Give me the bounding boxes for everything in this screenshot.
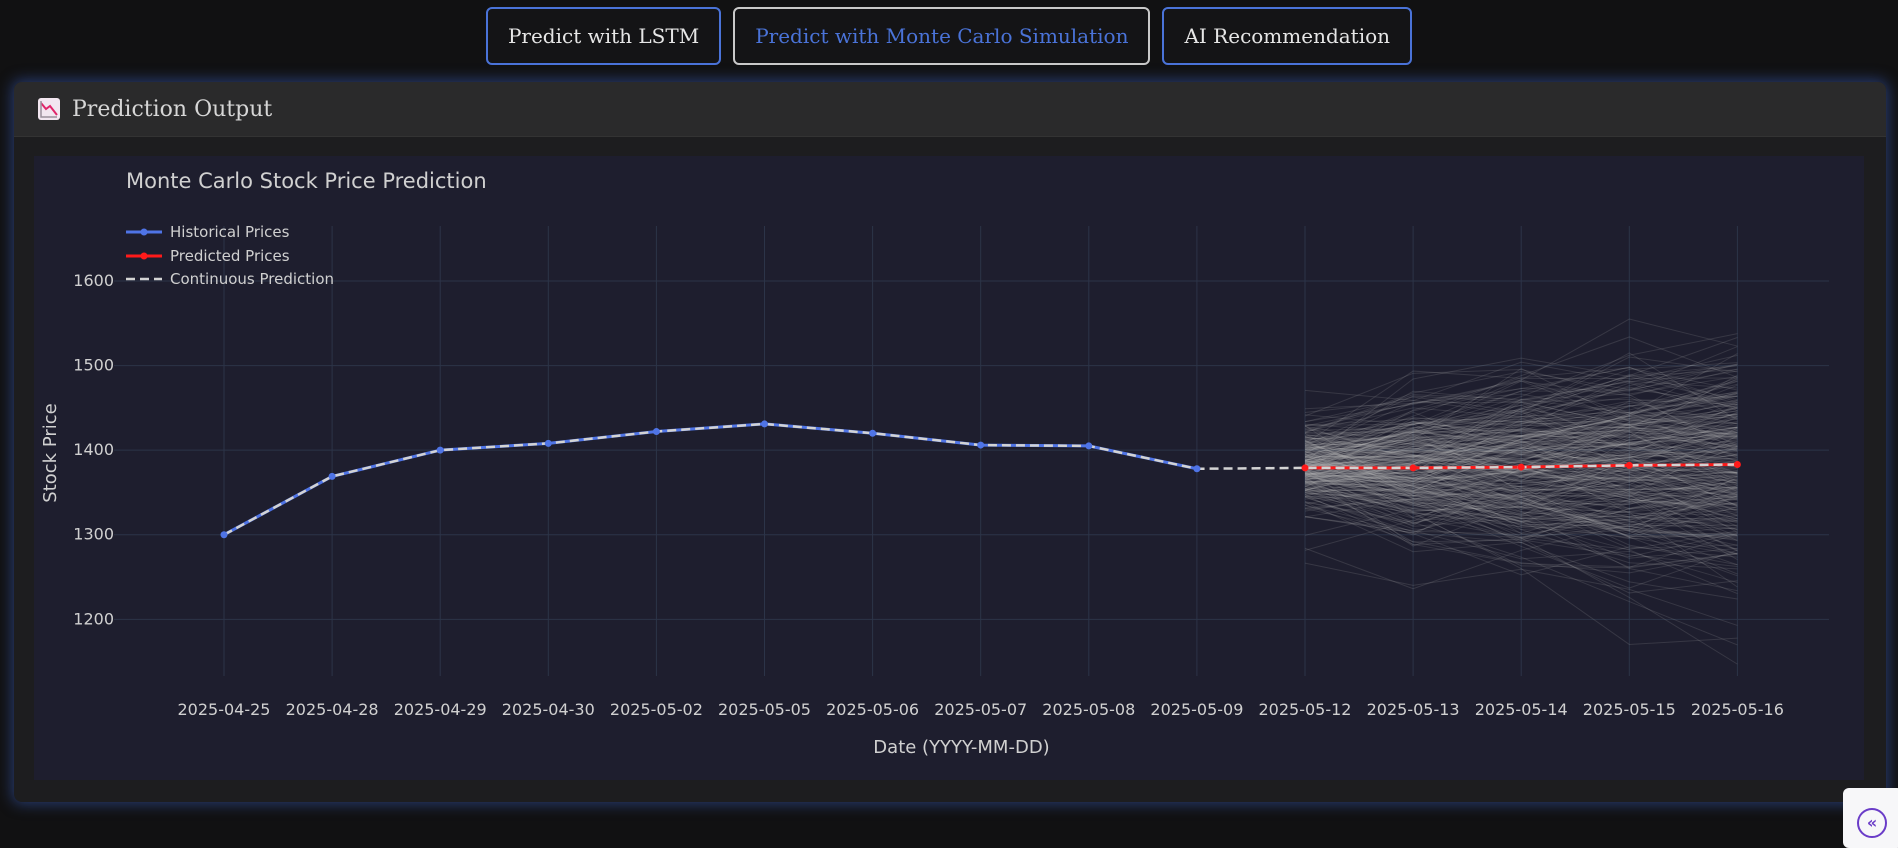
predict-monte-carlo-button[interactable]: Predict with Monte Carlo Simulation bbox=[733, 7, 1151, 65]
legend-predicted-marker bbox=[140, 252, 148, 260]
predicted-point bbox=[1301, 464, 1309, 472]
predicted-point bbox=[1625, 461, 1633, 469]
x-tick-label: 2025-05-05 bbox=[718, 700, 811, 719]
x-tick-label: 2025-05-02 bbox=[610, 700, 703, 719]
x-tick-label: 2025-04-29 bbox=[394, 700, 487, 719]
collapse-sidebar-button[interactable]: « bbox=[1843, 788, 1898, 848]
chart-title: Monte Carlo Stock Price Prediction bbox=[126, 169, 487, 193]
ai-recommendation-button[interactable]: AI Recommendation bbox=[1162, 7, 1413, 65]
historical-point bbox=[1085, 442, 1093, 450]
y-axis-label: Stock Price bbox=[40, 403, 61, 502]
historical-point bbox=[328, 472, 336, 480]
historical-point bbox=[761, 420, 768, 428]
legend-historical-marker bbox=[140, 228, 148, 236]
x-axis-label: Date (YYYY-MM-DD) bbox=[873, 737, 1049, 758]
y-tick-label: 1400 bbox=[73, 440, 114, 459]
predict-lstm-button[interactable]: Predict with LSTM bbox=[485, 7, 722, 65]
historical-point bbox=[1193, 465, 1201, 473]
y-tick-label: 1600 bbox=[73, 271, 114, 290]
x-tick-label: 2025-04-30 bbox=[502, 700, 595, 719]
y-tick-label: 1500 bbox=[73, 356, 114, 375]
historical-point bbox=[652, 428, 660, 436]
x-tick-label: 2025-05-07 bbox=[934, 700, 1027, 719]
historical-point bbox=[220, 531, 228, 539]
monte-carlo-chart: 1200 1300 1400 1500 1600 2025-04-25 2025-04-28… bbox=[34, 156, 1864, 780]
panel-header: Prediction Output bbox=[14, 82, 1886, 137]
y-tick-label: 1200 bbox=[73, 609, 114, 628]
predicted-point bbox=[1733, 461, 1741, 469]
legend-label: Predicted Prices bbox=[170, 247, 290, 265]
x-tick-label: 2025-05-16 bbox=[1691, 700, 1784, 719]
legend-label: Historical Prices bbox=[170, 223, 290, 241]
x-tick-label: 2025-05-12 bbox=[1259, 700, 1352, 719]
x-tick-label: 2025-05-14 bbox=[1475, 700, 1568, 719]
x-tick-label: 2025-05-13 bbox=[1367, 700, 1460, 719]
chart-down-icon bbox=[38, 98, 60, 120]
historical-point bbox=[544, 439, 552, 447]
historical-point bbox=[869, 429, 877, 437]
x-tick-label: 2025-04-25 bbox=[178, 700, 271, 719]
double-chevron-left-icon: « bbox=[1857, 808, 1887, 838]
x-tick-label: 2025-04-28 bbox=[286, 700, 379, 719]
historical-point bbox=[977, 441, 985, 449]
predicted-point bbox=[1409, 464, 1417, 472]
predicted-point bbox=[1517, 463, 1525, 471]
x-tick-label: 2025-05-08 bbox=[1042, 700, 1135, 719]
legend-label: Continuous Prediction bbox=[170, 270, 334, 288]
y-tick-label: 1300 bbox=[73, 525, 114, 544]
panel-title: Prediction Output bbox=[72, 96, 273, 122]
prediction-output-panel: Prediction Output 1200 1300 1400 1500 1600 20… bbox=[14, 82, 1886, 802]
historical-point bbox=[436, 446, 444, 454]
x-tick-label: 2025-05-09 bbox=[1150, 700, 1243, 719]
chart-container: 1200 1300 1400 1500 1600 2025-04-25 2025-04-28… bbox=[34, 156, 1864, 780]
x-tick-label: 2025-05-06 bbox=[826, 700, 919, 719]
prediction-buttons: Predict with LSTM Predict with Monte Car… bbox=[0, 0, 1898, 72]
x-tick-label: 2025-05-15 bbox=[1583, 700, 1676, 719]
